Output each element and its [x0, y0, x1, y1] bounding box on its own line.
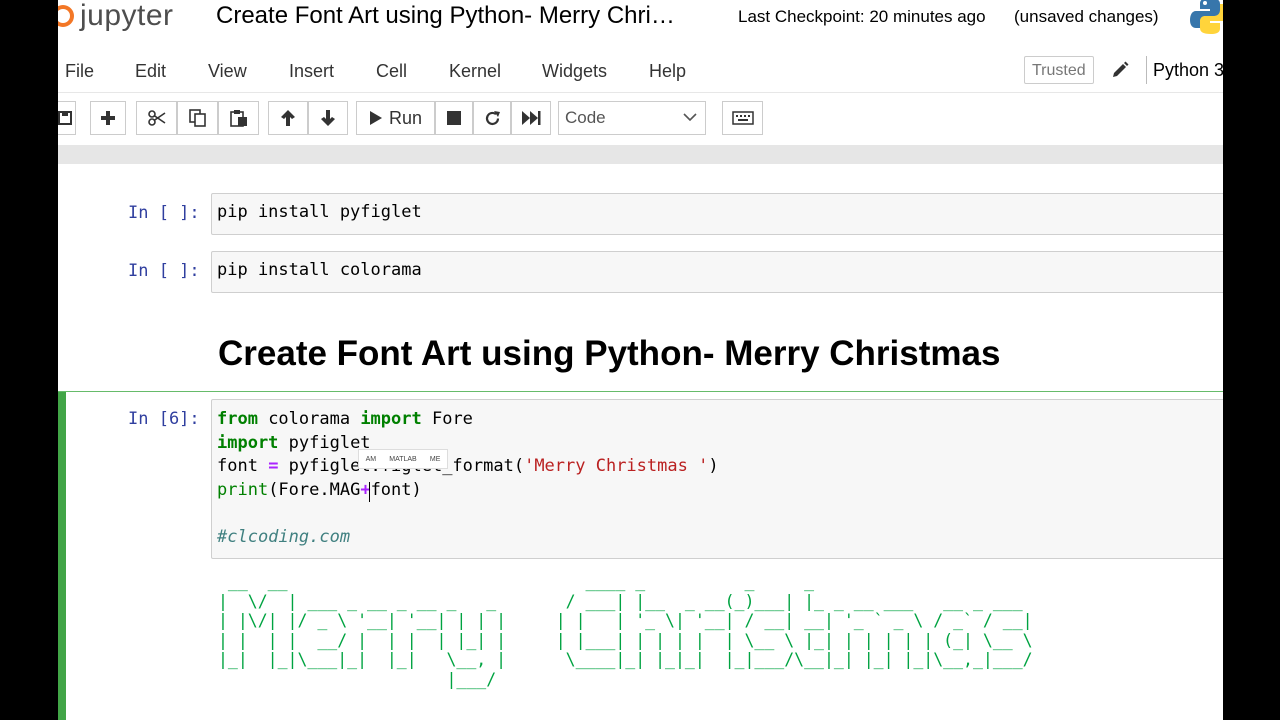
keyword: import	[217, 432, 279, 453]
builtin: print	[217, 479, 269, 500]
keyboard-icon	[731, 111, 754, 125]
logo-text: jupyter	[80, 0, 174, 32]
interrupt-button[interactable]	[435, 101, 473, 135]
header: jupyter Create Font Art using Python- Me…	[58, 0, 1223, 40]
run-button[interactable]: Run	[356, 101, 435, 135]
chevron-down-icon	[683, 113, 697, 122]
save-icon	[58, 111, 72, 125]
autocomplete-option[interactable]: AM	[366, 456, 377, 463]
menu-widgets[interactable]: Widgets	[542, 61, 607, 82]
code-text: pyfiglet	[278, 432, 371, 453]
jupyter-logo[interactable]: jupyter	[58, 0, 174, 32]
toolbar-divider	[58, 145, 1223, 164]
menu-kernel[interactable]: Kernel	[449, 61, 501, 82]
active-cell-indicator	[58, 392, 66, 720]
cell-code: pip install pyfiglet	[217, 202, 422, 222]
keyword: import	[360, 409, 422, 429]
cell-prompt: In [6]:	[128, 409, 200, 429]
fast-forward-icon	[522, 111, 541, 125]
menu-edit[interactable]: Edit	[135, 61, 166, 82]
string-literal: 'Merry Christmas '	[524, 456, 709, 476]
kernel-separator	[1146, 56, 1147, 84]
paste-icon	[229, 110, 247, 127]
code-text: font)	[370, 479, 422, 500]
code-text: )	[708, 456, 719, 476]
cut-button[interactable]	[136, 101, 177, 135]
paste-button[interactable]	[218, 101, 259, 135]
copy-button[interactable]	[177, 101, 218, 135]
text-cursor	[369, 482, 370, 502]
code-text: font	[217, 456, 269, 476]
code-line: from colorama import Fore	[217, 409, 473, 429]
autocomplete-option[interactable]: ME	[430, 456, 441, 463]
save-button[interactable]	[58, 101, 76, 135]
notebook-title[interactable]: Create Font Art using Python- Merry Chri…	[216, 2, 675, 30]
code-text: Fore	[421, 409, 473, 429]
unsaved-status: (unsaved changes)	[1014, 7, 1159, 26]
autocomplete-popup[interactable]: AM MATLAB ME	[358, 449, 448, 469]
menu-insert[interactable]: Insert	[289, 61, 334, 82]
toolbar: Run Code	[58, 96, 1223, 140]
move-up-button[interactable]	[268, 101, 308, 135]
restart-icon	[485, 110, 500, 125]
code-line: import pyfiglet	[217, 433, 371, 453]
trusted-indicator[interactable]: Trusted	[1024, 56, 1094, 84]
keyword: from	[217, 409, 258, 429]
checkpoint-status: Last Checkpoint: 20 minutes ago	[738, 7, 986, 26]
cell-prompt: In [ ]:	[128, 203, 200, 223]
copy-icon	[188, 109, 206, 127]
code-line: font = pyfiglet.figlet_format('Merry Chr…	[217, 456, 719, 476]
cell-code: from colorama import Fore import pyfigle…	[217, 408, 719, 549]
operator: =	[268, 456, 279, 476]
notebook-app: jupyter Create Font Art using Python- Me…	[58, 0, 1223, 720]
kernel-name: Python 3	[1153, 60, 1223, 80]
autocomplete-option[interactable]: MATLAB	[389, 456, 417, 463]
plus-icon	[101, 111, 115, 125]
cell-type-select[interactable]: Code	[558, 101, 706, 135]
command-palette-button[interactable]	[722, 101, 763, 135]
code-text: (Fore.MAG	[268, 479, 361, 500]
play-icon	[369, 111, 382, 125]
arrow-up-icon	[281, 110, 295, 126]
pencil-icon[interactable]	[1110, 60, 1130, 80]
cell-code: pip install colorama	[217, 260, 422, 280]
move-down-button[interactable]	[308, 101, 348, 135]
code-text: colorama	[257, 409, 361, 429]
menu-cell[interactable]: Cell	[376, 61, 407, 82]
stop-icon	[447, 111, 461, 125]
cell-output-ascii-art: __ __ ____ _ _ _ | \/ | ___ _ __ _ __ _ …	[218, 572, 1033, 689]
code-comment: #clcoding.com	[217, 526, 351, 547]
arrow-down-icon	[321, 110, 335, 126]
menu-file[interactable]: File	[65, 61, 94, 82]
markdown-heading[interactable]: Create Font Art using Python- Merry Chri…	[218, 334, 1000, 374]
code-line: print(Fore.MAG+font)	[217, 480, 422, 500]
insert-cell-button[interactable]	[90, 101, 126, 135]
jupyter-logo-icon	[58, 5, 74, 27]
cell-prompt: In [ ]:	[128, 261, 200, 281]
run-label: Run	[388, 107, 423, 128]
python-logo-icon	[1190, 0, 1223, 34]
scissors-icon	[147, 110, 165, 126]
run-all-button[interactable]	[511, 101, 551, 135]
menu-help[interactable]: Help	[649, 61, 686, 82]
restart-button[interactable]	[473, 101, 511, 135]
menu-view[interactable]: View	[208, 61, 247, 82]
cell-type-value: Code	[565, 108, 606, 127]
